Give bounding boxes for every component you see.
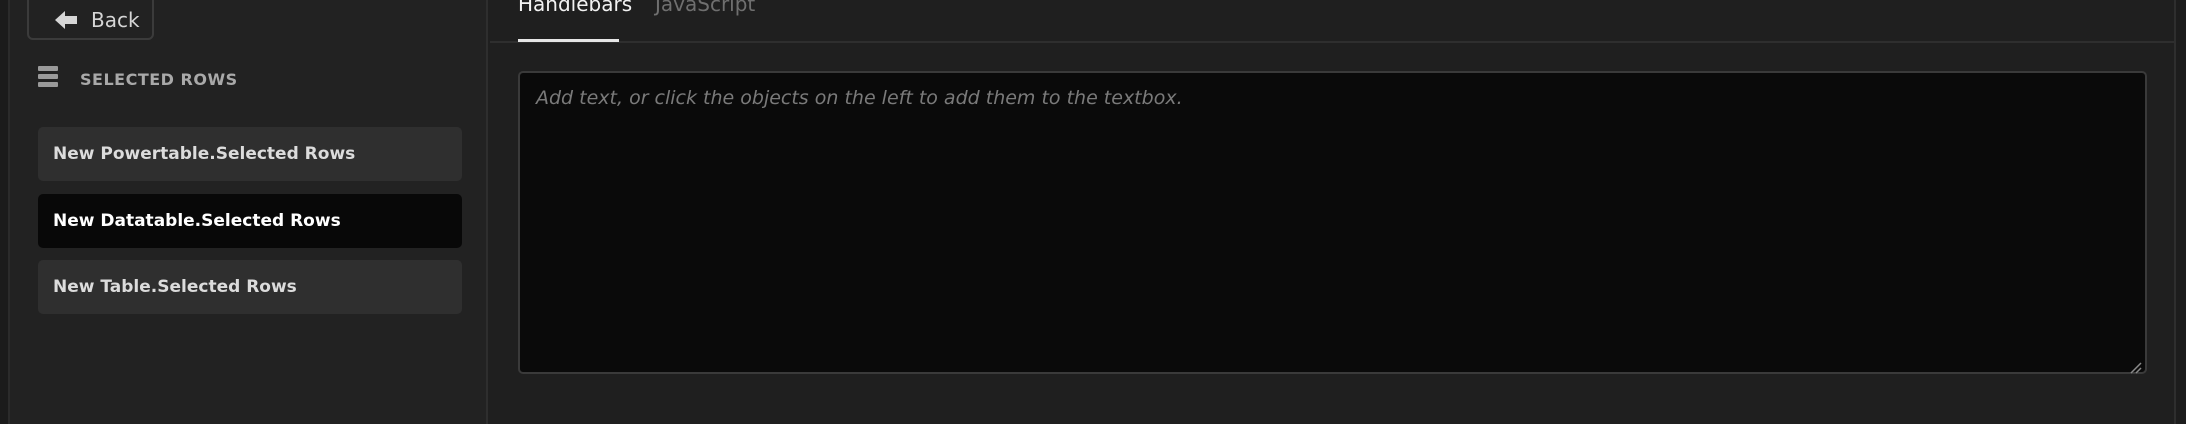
- active-tab-indicator: [518, 39, 619, 42]
- tab-handlebars[interactable]: Handlebars: [518, 0, 632, 16]
- list-item-powertable-selected-rows[interactable]: New Powertable.Selected Rows: [38, 127, 462, 181]
- right-gutter: [2174, 0, 2186, 424]
- section-title: SELECTED ROWS: [80, 69, 238, 89]
- resize-handle-icon[interactable]: [2130, 357, 2142, 374]
- textbox-placeholder: Add text, or click the objects on the le…: [536, 87, 1183, 109]
- back-button[interactable]: Back: [27, 0, 154, 40]
- list-item-label: New Table.Selected Rows: [53, 277, 297, 297]
- arrow-left-icon: [55, 11, 77, 29]
- tab-javascript[interactable]: JavaScript: [655, 0, 755, 16]
- list-item-table-selected-rows[interactable]: New Table.Selected Rows: [38, 260, 462, 314]
- stack-icon: [38, 66, 58, 92]
- list-item-label: New Powertable.Selected Rows: [53, 144, 356, 164]
- list-item-label: New Datatable.Selected Rows: [53, 211, 341, 231]
- list-item-datatable-selected-rows[interactable]: New Datatable.Selected Rows: [38, 194, 462, 248]
- expression-textbox[interactable]: Add text, or click the objects on the le…: [518, 71, 2147, 374]
- expression-editor: Back SELECTED ROWS New Powertable.Select…: [0, 0, 2186, 424]
- tabs-bar: Handlebars JavaScript: [490, 0, 2174, 43]
- back-button-label: Back: [91, 8, 140, 32]
- section-header: SELECTED ROWS: [38, 66, 238, 92]
- main-editor-area: Handlebars JavaScript Add text, or click…: [490, 0, 2174, 424]
- left-gutter: [0, 0, 10, 424]
